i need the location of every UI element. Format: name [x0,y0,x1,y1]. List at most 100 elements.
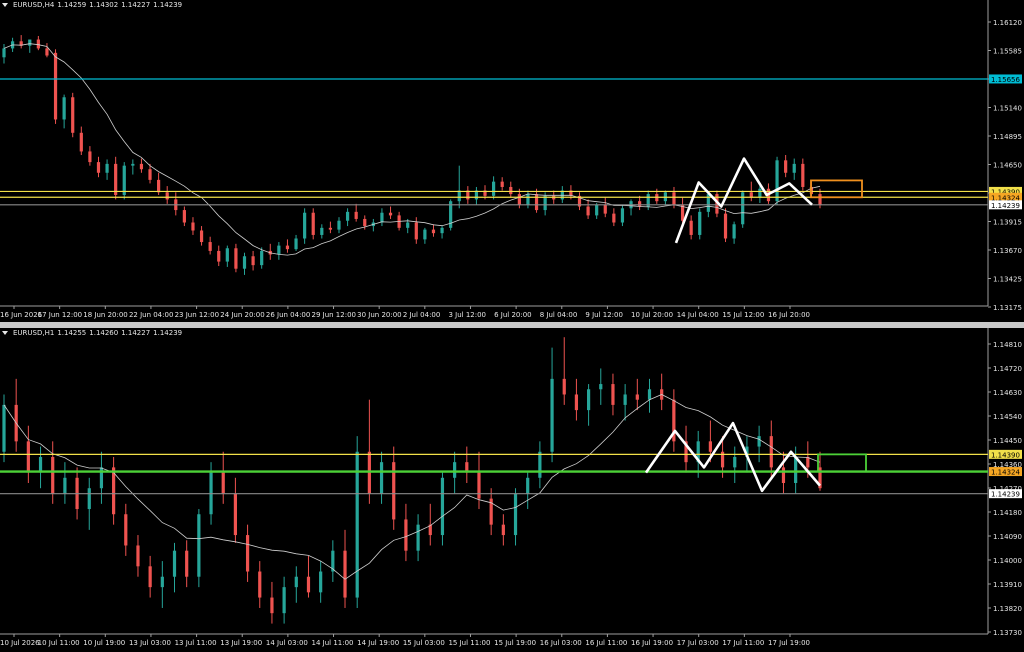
candle-body [26,441,30,473]
candle-body [270,597,274,614]
candle-body [638,201,642,207]
time-tick-label: 13 Jul 11:00 [175,639,217,647]
time-tick-label: 14 Jul 19:00 [357,639,399,647]
candle-body [79,132,83,152]
candle-body [363,218,367,227]
price-chart-h1[interactable]: 1.14810 1.14720 1.14630 1.14540 1.14450 1.143… [0,328,1024,652]
target-box [817,453,867,473]
candle-body [453,462,457,478]
candle-body [513,493,518,536]
candle-body [526,477,530,494]
candle-body [509,186,513,195]
price-tick-label: 1.13175 [993,304,1022,312]
time-tick-label: 14 Jul 11:00 [312,639,354,647]
price-tick-label: 1.14630 [993,389,1022,397]
price-tick-label: 1.14540 [993,413,1022,421]
candle-body [306,576,311,593]
price-tick-label: 1.14810 [993,341,1022,349]
candle-body [818,194,822,205]
time-tick-label: 16 Jul 03:00 [540,639,582,647]
candle-body [801,163,805,187]
price-tick-label: 1.14000 [993,557,1022,565]
candle-body [320,227,324,235]
candle-body [172,550,177,577]
chart-panel-h1[interactable]: EURUSD,H1 1.14255 1.14260 1.14227 1.1423… [0,328,1024,652]
candle-body [157,179,161,193]
price-tick-label: 1.13820 [993,605,1022,613]
candle-body [538,451,542,478]
price-tag-label: 1.15656 [991,76,1020,84]
moving-average-line [3,43,821,256]
candle-body [277,245,281,255]
candle-body [148,566,152,588]
candle-body [492,181,496,196]
candle-body [414,222,418,240]
time-tick-label: 3 Jul 12:00 [448,311,486,319]
time-tick-label: 10 Jul 19:00 [83,639,125,647]
chart-panel-h4[interactable]: EURUSD,H4 1.14259 1.14302 1.14227 1.1423… [0,0,1024,322]
candle-body [221,472,225,494]
candle-body [191,222,195,231]
candle-body [319,571,323,593]
candle-body [165,192,169,200]
candle-body [612,213,616,223]
candle-body [62,97,66,120]
candle-body [136,545,140,567]
time-tick-label: 17 Jun 12:00 [38,311,82,319]
candle-body [431,229,436,234]
price-tick-label: 1.15140 [993,105,1022,113]
candle-body [197,514,201,577]
candle-body [758,188,762,198]
candle-body [440,477,445,536]
candle-body [251,256,255,266]
time-tick-label: 17 Jul 03:00 [677,639,719,647]
candle-body [806,456,810,468]
candle-body [185,550,189,577]
candle-body [105,163,109,173]
candle-body [36,39,40,49]
zigzag-pattern-line [644,421,821,493]
candle-body [233,493,238,536]
price-tick-label: 1.13425 [993,276,1022,284]
price-tick-label: 1.14650 [993,162,1022,170]
candle-body [131,163,135,166]
candle-body [38,456,43,473]
time-tick-label: 16 Jul 11:00 [585,639,627,647]
candle-body [45,48,49,56]
candle-body [63,477,67,494]
price-chart-h4[interactable]: 1.161201.155851.153801.151401.148951.146… [0,0,1024,322]
candle-body [379,462,384,494]
candle-body [245,535,250,572]
candle-body [586,206,590,216]
time-tick-label: 15 Jul 12:00 [722,311,764,319]
candle-body [217,250,221,262]
time-tick-label: 16 Jul 20:00 [768,311,810,319]
time-tick-label: 17 Jul 11:00 [722,639,764,647]
candle-body [781,467,786,483]
time-tick-label: 14 Jul 04:00 [677,311,719,319]
candle-body [355,451,359,598]
candle-body [148,169,152,180]
candle-body [723,213,728,239]
candle-body [294,576,298,588]
candle-body [51,456,55,494]
price-tag-label: 1.14239 [991,202,1020,210]
candle-body [2,48,6,58]
candle-body [562,378,566,395]
time-tick-label: 15 Jul 03:00 [403,639,445,647]
candle-body [732,224,736,239]
candle-body [282,587,286,614]
candle-body [122,165,126,195]
candle-body [208,242,212,251]
candle-body [595,204,599,216]
price-tag-label: 1.14324 [991,469,1020,477]
candle-body [733,456,737,468]
candle-body [440,227,444,234]
candle-body [258,571,262,598]
time-tick-label: 30 Jun 20:00 [357,311,401,319]
candle-body [623,394,627,405]
candle-body [517,194,521,205]
time-tick-label: 2 Jul 04:00 [403,311,441,319]
candle-body [2,404,6,452]
candle-body [416,524,420,551]
